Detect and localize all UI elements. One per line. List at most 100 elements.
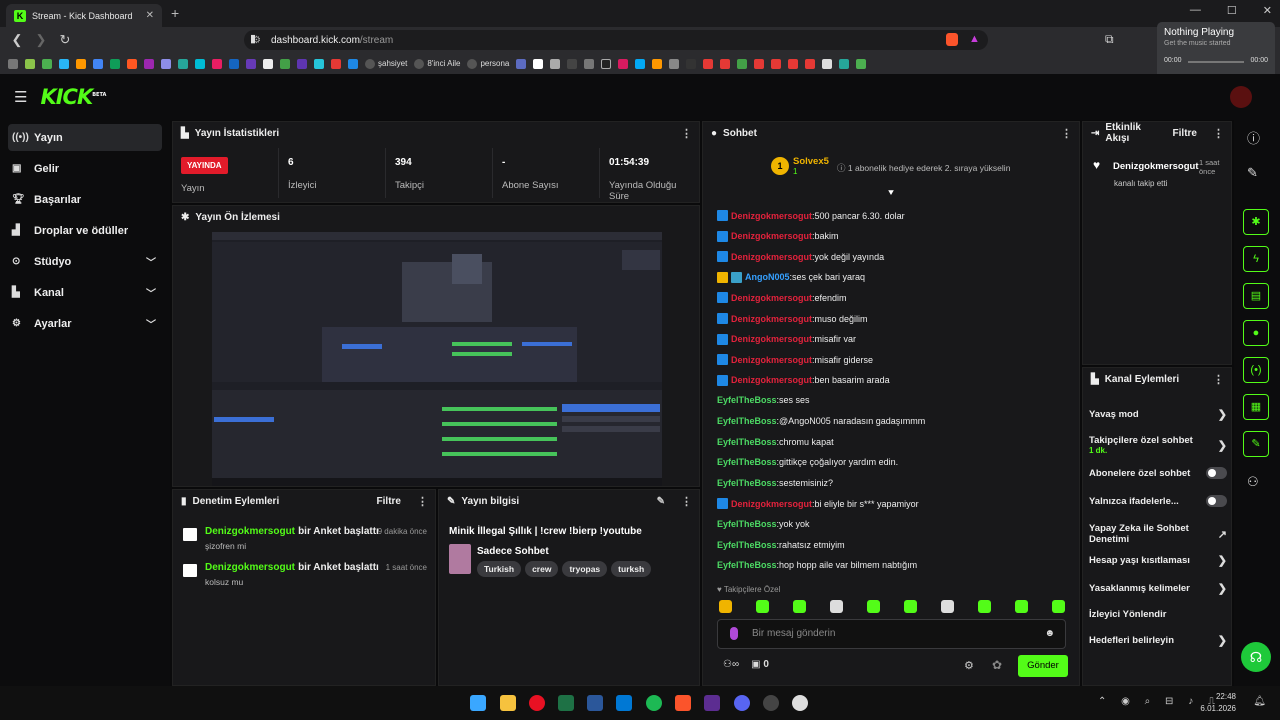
bookmark-icon[interactable] xyxy=(76,58,86,69)
chat-message[interactable]: AngoN005: ses çek bari yaraq xyxy=(717,271,865,283)
chat-message[interactable]: Denizgokmersogut: misafir giderse xyxy=(717,354,873,366)
chat-username[interactable]: Denizgokmersogut xyxy=(731,375,812,385)
bookmark-icon[interactable] xyxy=(93,58,103,69)
chat-message[interactable]: Denizgokmersogut: muso değilim xyxy=(717,313,868,324)
bookmark-icon[interactable] xyxy=(652,58,663,69)
outlook-icon[interactable] xyxy=(616,695,632,711)
channel-action-row[interactable]: Yasaklanmış kelimeler ❯ xyxy=(1089,582,1227,595)
more-options-icon[interactable]: ⋮ xyxy=(681,495,692,508)
excel-icon[interactable] xyxy=(558,695,574,711)
bookmark-icon[interactable] xyxy=(550,58,561,69)
bookmark-icon[interactable] xyxy=(229,58,239,69)
vs-icon[interactable] xyxy=(704,695,720,711)
bookmark-icon[interactable] xyxy=(839,58,850,69)
discord-icon[interactable] xyxy=(734,695,750,711)
chat-username[interactable]: Denizgokmersogut xyxy=(731,252,812,262)
info-icon[interactable]: ⓘ xyxy=(1247,128,1260,147)
notes-icon[interactable]: ▤ xyxy=(1243,283,1269,309)
url-bar[interactable]: ⚙ dashboard.kick.com/stream xyxy=(244,30,988,50)
chat-username[interactable]: EyfelTheBoss xyxy=(717,416,777,426)
forward-icon[interactable]: ❯ xyxy=(34,32,48,48)
users-icon[interactable]: ⚇ xyxy=(1247,474,1259,490)
chat-message[interactable]: Denizgokmersogut: yok değil yayında xyxy=(717,251,884,263)
brave-rewards-icon[interactable]: ▲ xyxy=(969,33,980,45)
chat-message[interactable]: EyfelTheBoss: rahatsız etmiyim xyxy=(717,540,845,550)
bookmark-icon[interactable] xyxy=(161,58,171,69)
chat-message[interactable]: Denizgokmersogut: 500 pancar 6.30. dolar xyxy=(717,210,905,221)
maximize-button[interactable]: ☐ xyxy=(1227,4,1237,17)
tag[interactable]: crew xyxy=(525,561,559,577)
chat-username[interactable]: EyfelTheBoss xyxy=(717,478,777,488)
channel-action-row[interactable]: Hedefleri belirleyin ❯ xyxy=(1089,634,1227,647)
more-options-icon[interactable]: ⋮ xyxy=(1213,127,1224,140)
media-controls-popup[interactable]: Nothing Playing Get the music started 00… xyxy=(1157,22,1275,80)
broadcast-toggle-icon[interactable]: (•) xyxy=(1243,357,1269,383)
emote-icon[interactable] xyxy=(1015,600,1028,613)
bookmark-sahsiyet[interactable]: şahsiyet xyxy=(365,58,407,69)
file-explorer-icon[interactable] xyxy=(500,695,516,711)
bookmark-icon[interactable] xyxy=(856,58,867,69)
apps-icon[interactable] xyxy=(8,58,18,69)
chat-message[interactable]: EyfelTheBoss: @AngoN005 naradasın gadaşı… xyxy=(717,416,925,426)
chat-input[interactable]: Bir mesaj gönderin ☻ xyxy=(717,619,1066,649)
back-icon[interactable]: ❮ xyxy=(10,32,24,48)
emote-icon[interactable] xyxy=(941,600,954,613)
channel-action-row[interactable]: Abonelere özel sohbet xyxy=(1089,467,1227,479)
lightning-icon[interactable]: ϟ xyxy=(1243,246,1269,272)
support-button[interactable]: ☊ xyxy=(1241,642,1271,672)
sidebar-item-gelir[interactable]: ▣ Gelir xyxy=(8,155,162,182)
emote-icon[interactable] xyxy=(867,600,880,613)
top-gifter[interactable]: 1 Solvex5 1 xyxy=(771,156,829,176)
obs-icon[interactable] xyxy=(763,695,779,711)
bookmark-icon[interactable]: ▮ xyxy=(250,32,256,45)
category-thumbnail[interactable] xyxy=(449,544,471,574)
bookmark-icon[interactable] xyxy=(567,58,578,69)
category-name[interactable]: Sadece Sohbet xyxy=(477,546,549,557)
bookmark-icon[interactable] xyxy=(297,58,307,69)
chat-message[interactable]: Denizgokmersogut: ben basarim arada xyxy=(717,374,890,386)
layout-icon[interactable]: ▦ xyxy=(1243,394,1269,420)
chat-username[interactable]: EyfelTheBoss xyxy=(717,540,777,550)
chat-username[interactable]: Denizgokmersogut xyxy=(731,334,812,344)
bookmark-icon[interactable] xyxy=(314,58,324,69)
chat-message[interactable]: EyfelTheBoss: ses ses xyxy=(717,395,810,405)
scroll-down-icon[interactable]: ⯆ xyxy=(887,188,895,199)
system-clock[interactable]: 22:48 6.01.2026 xyxy=(1200,691,1236,715)
edit-icon[interactable]: ✎ xyxy=(657,496,665,507)
bookmark-icon[interactable] xyxy=(331,58,341,69)
toggle-switch[interactable] xyxy=(1205,495,1227,507)
bookmark-icon[interactable] xyxy=(263,58,273,69)
browser-tab[interactable]: K Stream - Kick Dashboard ✕ xyxy=(6,4,162,27)
send-button[interactable]: Gönder xyxy=(1018,655,1068,677)
chat-message[interactable]: EyfelTheBoss: chromu kapat xyxy=(717,437,834,447)
emote-icon[interactable] xyxy=(719,600,732,613)
chat-username[interactable]: EyfelTheBoss xyxy=(717,519,777,529)
emote-icon[interactable] xyxy=(830,600,843,613)
bookmark-icon[interactable] xyxy=(127,58,137,69)
edit-icon[interactable]: ✎ xyxy=(1247,165,1258,181)
toggle-switch[interactable] xyxy=(1205,467,1227,479)
bookmark-icon[interactable] xyxy=(805,58,816,69)
chat-username[interactable]: AngoN005 xyxy=(745,272,790,282)
channel-action-row[interactable]: Yalnızca ifadelerle... xyxy=(1089,495,1227,507)
sidebar-item-yayin[interactable]: ((•)) Yayın xyxy=(8,124,162,151)
chat-message[interactable]: Denizgokmersogut: bakim xyxy=(717,230,839,242)
tag[interactable]: turksh xyxy=(611,561,652,577)
channel-action-row[interactable]: Takipçilere özel sohbet 1 dk. ❯ xyxy=(1089,435,1227,455)
users-icon[interactable]: ⚇∞ xyxy=(723,659,739,670)
channel-action-row[interactable]: İzleyici Yönlendir xyxy=(1089,609,1227,620)
bookmark-icon[interactable] xyxy=(618,58,629,69)
chat-message[interactable]: EyfelTheBoss: sestemisiniz? xyxy=(717,478,833,488)
bookmark-icon[interactable] xyxy=(686,58,697,69)
bookmark-icon[interactable] xyxy=(771,58,782,69)
bookmark-icon[interactable] xyxy=(110,58,120,69)
chat-username[interactable]: Denizgokmersogut xyxy=(731,231,812,241)
sidebar-item-kanal[interactable]: ▙ Kanal ﹀ xyxy=(8,279,162,306)
spotify-icon[interactable] xyxy=(646,695,662,711)
brave-shield-icon[interactable] xyxy=(946,33,958,46)
chat-username[interactable]: Denizgokmersogut xyxy=(731,355,812,365)
chat-message[interactable]: Denizgokmersogut: misafir var xyxy=(717,333,856,345)
moderation-row[interactable]: Denizgokmersogut bir Anket başlattı kolsu… xyxy=(183,561,431,587)
word-icon[interactable] xyxy=(587,695,603,711)
extensions-icon[interactable]: ⧉ xyxy=(1105,32,1114,47)
